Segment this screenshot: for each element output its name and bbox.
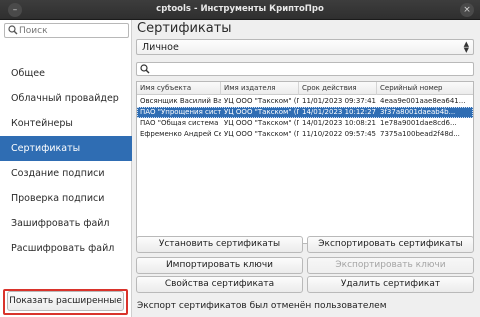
cell-serial: 3f37a8001daeab4b... xyxy=(380,108,456,116)
table-row[interactable]: Ефременко Андрей Сер... УЦ ООО "Такском"… xyxy=(137,129,473,140)
column-header-expires[interactable]: Срок действия xyxy=(299,82,377,95)
close-icon[interactable]: × xyxy=(460,3,474,17)
sidebar-search[interactable] xyxy=(4,23,129,38)
store-select[interactable]: Личное ▲ ▼ xyxy=(136,39,474,55)
sidebar-item-decrypt-file[interactable]: Расшифровать файл xyxy=(0,236,132,261)
cell-expires: 14/01/2023 10:12:27 xyxy=(302,108,377,116)
search-icon xyxy=(8,25,18,35)
cell-expires: 14/01/2023 10:08:21 xyxy=(302,119,377,127)
column-header-subject[interactable]: Имя субъекта xyxy=(137,82,221,95)
import-keys-button[interactable]: Импортировать ключи xyxy=(136,257,303,274)
certificate-search-input[interactable] xyxy=(153,63,469,75)
cell-issuer: УЦ ООО "Такском" (ГО... xyxy=(224,108,299,116)
table-row[interactable]: Овсянщик Василий Вас... УЦ ООО "Такском"… xyxy=(137,96,473,107)
cell-subject: Овсянщик Василий Вас... xyxy=(140,97,221,105)
table-row-selected[interactable]: ПАО "Упрощения сист... УЦ ООО "Такском" … xyxy=(137,107,473,118)
cell-expires: 11/10/2022 09:57:45 xyxy=(302,130,377,138)
sidebar-item-verify-signature[interactable]: Проверка подписи xyxy=(0,186,132,211)
chevron-updown-icon: ▲ ▼ xyxy=(463,40,469,54)
cell-expires: 11/01/2023 09:37:41 xyxy=(302,97,377,105)
main-panel: Сертификаты Личное ▲ ▼ Имя субъекта Имя и… xyxy=(132,20,480,317)
column-header-serial[interactable]: Серийный номер xyxy=(377,82,473,95)
search-icon xyxy=(140,64,150,74)
sidebar-item-general[interactable]: Общее xyxy=(0,61,132,86)
sidebar-item-certificates[interactable]: Сертификаты xyxy=(0,136,132,161)
page-title: Сертификаты xyxy=(137,21,232,36)
app-window: Общее Облачный провайдер Контейнеры Серт… xyxy=(0,20,480,317)
table-row[interactable]: ПАО "Общая система на... УЦ ООО "Такском… xyxy=(137,118,473,129)
export-certificates-button[interactable]: Экспортировать сертификаты xyxy=(307,236,474,253)
cell-serial: 7375a100bead2f48d... xyxy=(380,130,460,138)
cell-serial: 4eaa9e001aae8ea641... xyxy=(380,97,466,105)
certificate-properties-button[interactable]: Свойства сертификата xyxy=(136,276,303,293)
sidebar-item-create-signature[interactable]: Создание подписи xyxy=(0,161,132,186)
export-keys-button[interactable]: Экспортировать ключи xyxy=(307,257,474,274)
delete-certificate-button[interactable]: Удалить сертификат xyxy=(307,276,474,293)
sidebar-item-cloud-provider[interactable]: Облачный провайдер xyxy=(0,86,132,111)
column-header-issuer[interactable]: Имя издателя xyxy=(221,82,299,95)
show-extended-button[interactable]: Показать расширенные xyxy=(7,291,124,311)
cell-subject: ПАО "Упрощения сист... xyxy=(140,108,221,116)
cell-issuer: УЦ ООО "Такском" (ГО... xyxy=(224,97,299,105)
title-bar: – cptools - Инструменты КриптоПро × xyxy=(0,0,480,20)
sidebar: Общее Облачный провайдер Контейнеры Серт… xyxy=(0,20,132,317)
certificate-search[interactable] xyxy=(136,62,474,76)
store-select-value: Личное xyxy=(142,42,179,53)
sidebar-search-input[interactable] xyxy=(19,24,124,37)
cell-subject: Ефременко Андрей Сер... xyxy=(140,130,221,138)
install-certificates-button[interactable]: Установить сертификаты xyxy=(136,236,303,253)
table-header: Имя субъекта Имя издателя Срок действия … xyxy=(137,82,473,95)
certificate-table[interactable]: Имя субъекта Имя издателя Срок действия … xyxy=(136,81,474,244)
status-message: Экспорт сертификатов был отменён пользов… xyxy=(137,301,387,311)
sidebar-item-encrypt-file[interactable]: Зашифровать файл xyxy=(0,211,132,236)
cell-issuer: УЦ ООО "Такском" (ГО... xyxy=(224,130,299,138)
cell-serial: 1e78a9001dae8cd6... xyxy=(380,119,457,127)
sidebar-item-containers[interactable]: Контейнеры xyxy=(0,111,132,136)
cell-subject: ПАО "Общая система на... xyxy=(140,119,221,127)
cell-issuer: УЦ ООО "Такском" (ГО... xyxy=(224,119,299,127)
window-title: cptools - Инструменты КриптоПро xyxy=(156,4,324,14)
